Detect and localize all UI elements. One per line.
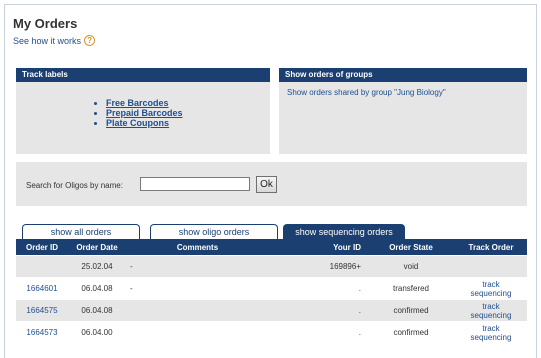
order-id-link[interactable]: 1664573 <box>16 321 68 343</box>
col-track-order: Track Order <box>455 239 527 256</box>
oligo-search-label: Search for Oligos by name: <box>26 181 123 190</box>
group-orders-link[interactable]: Show orders shared by group "Jung Biolog… <box>279 82 527 103</box>
order-state-cell: transfered <box>367 277 455 300</box>
see-how-it-works-link[interactable]: See how it works ? <box>13 35 96 46</box>
your-id-cell: . <box>269 277 367 300</box>
prepaid-barcodes-link[interactable]: Prepaid Barcodes <box>106 108 270 118</box>
order-date-cell: 25.02.04 <box>68 255 126 278</box>
track-order-cell <box>455 255 527 278</box>
your-id-cell: . <box>269 321 367 343</box>
col-comments: Comments <box>126 239 269 256</box>
oligo-search-panel: Search for Oligos by name: Ok <box>16 162 527 206</box>
group-orders-panel: Show orders of groups Show orders shared… <box>279 68 527 154</box>
track-link-line1: track <box>482 301 500 311</box>
order-state-cell: void <box>367 255 455 278</box>
order-id-link[interactable]: 1664601 <box>16 277 68 300</box>
orders-table: Order ID Order Date Comments Your ID Ord… <box>16 239 527 343</box>
track-link-line2: sequencing <box>470 288 512 298</box>
comments-cell <box>126 299 269 322</box>
table-row: 1664601 06.04.08 - . transfered track seq… <box>16 277 527 300</box>
oligo-search-input[interactable] <box>140 177 250 191</box>
table-row: 1664575 06.04.08 . confirmed track sequen… <box>16 299 527 322</box>
order-id-link-text[interactable]: 1664573 <box>26 328 57 337</box>
track-link-line1: track <box>482 279 500 289</box>
your-id-cell: 169896+ <box>269 255 367 278</box>
track-labels-header: Track labels <box>16 68 270 82</box>
group-orders-header: Show orders of groups <box>279 68 527 82</box>
comments-cell: - <box>126 255 269 278</box>
track-labels-list: Free Barcodes Prepaid Barcodes Plate Cou… <box>94 98 270 128</box>
order-date-cell: 06.04.08 <box>68 299 126 322</box>
col-order-id: Order ID <box>16 239 68 256</box>
comments-cell <box>126 321 269 343</box>
your-id-cell: . <box>269 299 367 322</box>
tab-oligo-orders[interactable]: show oligo orders <box>150 224 278 239</box>
track-sequencing-link[interactable]: track sequencing <box>455 299 527 322</box>
track-link-line2: sequencing <box>470 310 512 320</box>
table-row: 25.02.04 - 169896+ void <box>16 255 527 278</box>
comments-cell: - <box>126 277 269 300</box>
free-barcodes-link[interactable]: Free Barcodes <box>106 98 270 108</box>
order-state-cell: confirmed <box>367 299 455 322</box>
order-state-cell: confirmed <box>367 321 455 343</box>
track-link-text[interactable]: track sequencing <box>471 324 512 342</box>
ok-button[interactable]: Ok <box>256 176 277 193</box>
track-link-line2: sequencing <box>470 332 512 342</box>
track-link-text[interactable]: track sequencing <box>471 302 512 320</box>
order-date-cell: 06.04.00 <box>68 321 126 343</box>
order-id-link[interactable]: 1664575 <box>16 299 68 322</box>
order-id-link-text[interactable]: 1664601 <box>26 284 57 293</box>
table-row: 1664573 06.04.00 . confirmed track sequen… <box>16 321 527 343</box>
col-order-date: Order Date <box>68 239 126 256</box>
help-icon[interactable]: ? <box>84 35 96 46</box>
tab-sequencing-orders[interactable]: show sequencing orders <box>283 224 405 239</box>
track-sequencing-link[interactable]: track sequencing <box>455 277 527 300</box>
see-how-it-works-label: See how it works <box>13 35 82 46</box>
tab-all-orders[interactable]: show all orders <box>22 224 140 239</box>
plate-coupons-link[interactable]: Plate Coupons <box>106 118 270 128</box>
order-date-cell: 06.04.08 <box>68 277 126 300</box>
page-title: My Orders <box>13 16 78 31</box>
col-your-id: Your ID <box>269 239 367 256</box>
table-header-row: Order ID Order Date Comments Your ID Ord… <box>16 239 527 256</box>
track-link-line1: track <box>482 323 500 333</box>
order-id-cell <box>16 255 68 278</box>
col-order-state: Order State <box>367 239 455 256</box>
track-link-text[interactable]: track sequencing <box>471 280 512 298</box>
track-labels-panel: Track labels Free Barcodes Prepaid Barco… <box>16 68 270 154</box>
order-id-link-text[interactable]: 1664575 <box>26 306 57 315</box>
track-sequencing-link[interactable]: track sequencing <box>455 321 527 343</box>
